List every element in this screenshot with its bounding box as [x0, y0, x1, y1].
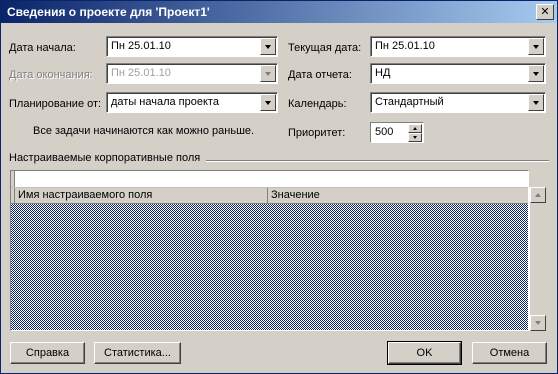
finish-date-dropdown-icon [260, 65, 276, 82]
spin-up-icon[interactable] [408, 124, 422, 133]
cancel-button[interactable]: Отмена [472, 342, 547, 364]
finish-date-combo: Пн 25.01.10 [106, 63, 278, 84]
column-header-field-name[interactable]: Имя настраиваемого поля [15, 188, 268, 203]
current-date-label: Текущая дата: [288, 42, 362, 54]
grid-header: Имя настраиваемого поля Значение [11, 188, 528, 204]
finish-date-value: Пн 25.01.10 [111, 67, 171, 79]
scroll-up-icon[interactable] [530, 187, 546, 203]
ok-button[interactable]: OK [387, 341, 462, 365]
start-date-value: Пн 25.01.10 [111, 40, 171, 52]
status-date-combo[interactable]: НД [370, 63, 546, 84]
status-date-value: НД [375, 67, 391, 79]
schedule-from-label: Планирование от: [9, 98, 102, 110]
dialog-title: Сведения о проекте для 'Проект1' [7, 5, 210, 19]
finish-date-label: Дата окончания: [9, 69, 93, 81]
priority-label: Приоритет: [288, 127, 346, 139]
priority-spinner[interactable]: 500 [370, 122, 424, 143]
current-date-value: Пн 25.01.10 [375, 40, 435, 52]
close-button[interactable]: ✕ [536, 4, 554, 20]
edit-row-lead [11, 171, 15, 187]
priority-value: 500 [375, 126, 394, 138]
calendar-value: Стандартный [375, 96, 444, 108]
start-date-dropdown-icon[interactable] [260, 38, 276, 55]
current-date-dropdown-icon[interactable] [528, 38, 544, 55]
title-bar[interactable]: Сведения о проекте для 'Проект1' ✕ [1, 1, 557, 23]
status-date-label: Дата отчета: [288, 69, 352, 81]
status-date-dropdown-icon[interactable] [528, 65, 544, 82]
grid-edit-bar[interactable] [11, 171, 528, 188]
schedule-from-combo[interactable]: даты начала проекта [106, 92, 278, 113]
calendar-combo[interactable]: Стандартный [370, 92, 546, 113]
schedule-note: Все задачи начинаются как можно раньше. [33, 125, 255, 137]
calendar-label: Календарь: [288, 98, 347, 110]
start-date-combo[interactable]: Пн 25.01.10 [106, 36, 278, 57]
project-info-dialog: Сведения о проекте для 'Проект1' ✕ Дата … [0, 0, 558, 374]
schedule-from-dropdown-icon[interactable] [260, 94, 276, 111]
custom-fields-grid[interactable]: Имя настраиваемого поля Значение [10, 170, 529, 331]
scroll-down-icon[interactable] [530, 315, 546, 331]
vertical-scrollbar[interactable] [529, 187, 546, 331]
help-button[interactable]: Справка [10, 342, 85, 364]
current-date-combo[interactable]: Пн 25.01.10 [370, 36, 546, 57]
group-divider [206, 160, 549, 162]
grid-body[interactable] [11, 204, 528, 330]
column-header-value[interactable]: Значение [268, 188, 528, 203]
close-icon: ✕ [540, 5, 550, 18]
schedule-from-value: даты начала проекта [111, 96, 219, 108]
calendar-dropdown-icon[interactable] [528, 94, 544, 111]
statistics-button[interactable]: Статистика... [94, 342, 181, 364]
spin-down-icon[interactable] [408, 133, 422, 142]
start-date-label: Дата начала: [9, 42, 76, 54]
custom-fields-group-label: Настраиваемые корпоративные поля [9, 152, 201, 164]
